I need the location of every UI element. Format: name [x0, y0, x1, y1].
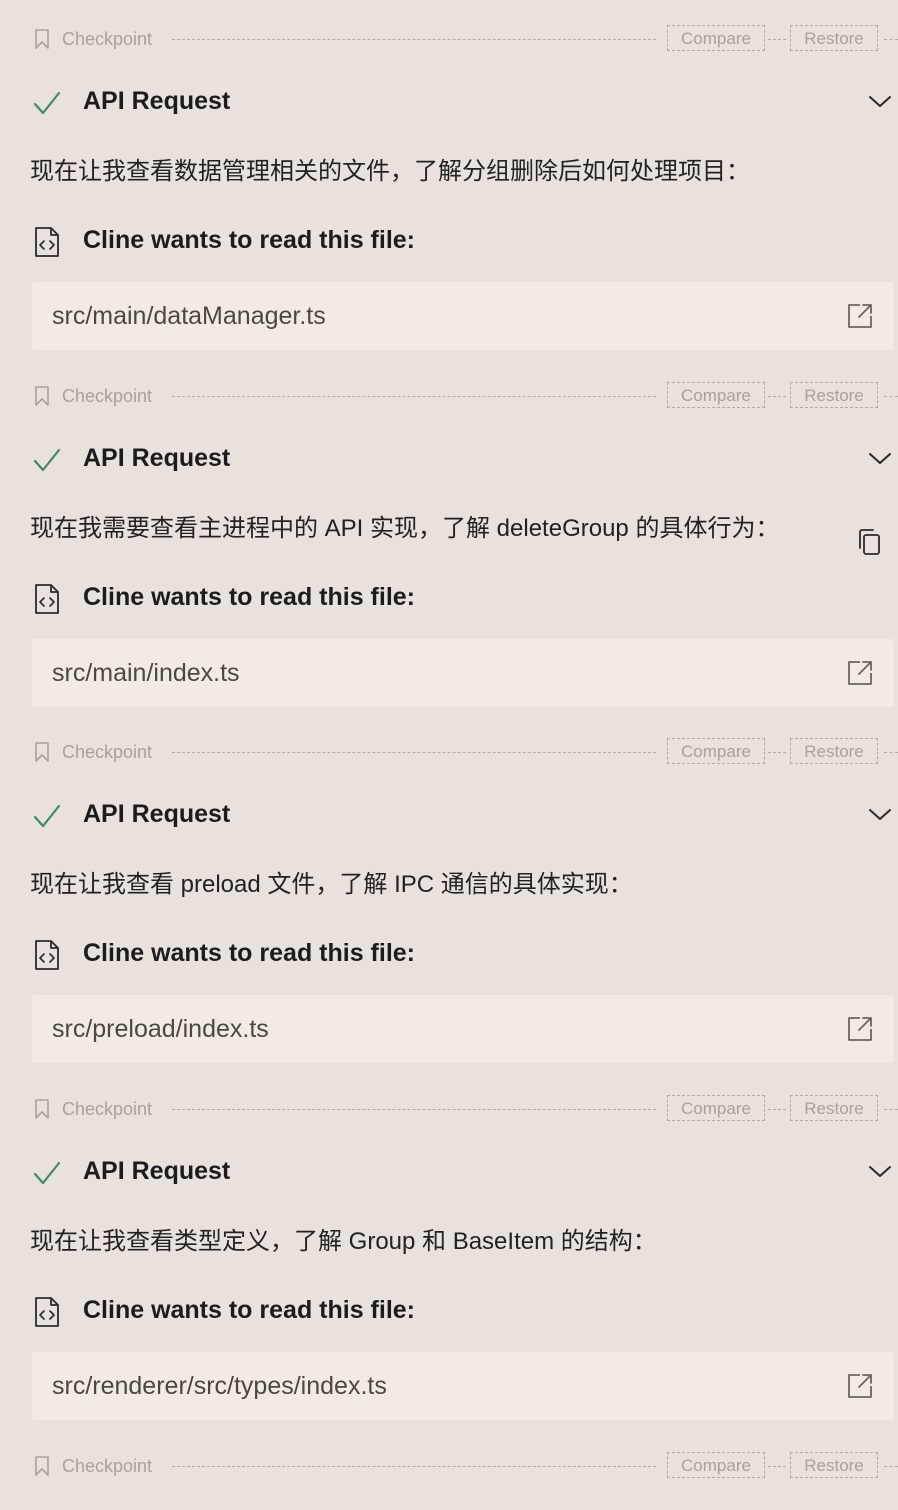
compare-button[interactable]: Compare: [667, 1095, 765, 1121]
compare-button[interactable]: Compare: [667, 25, 765, 51]
external-link-icon[interactable]: [846, 1372, 874, 1400]
bookmark-icon: [35, 29, 49, 49]
api-request-title[interactable]: API Request: [83, 799, 230, 829]
restore-button[interactable]: Restore: [790, 1452, 878, 1478]
external-link-icon[interactable]: [846, 302, 874, 330]
checkpoint-label: Checkpoint: [62, 1099, 153, 1119]
assistant-message: 现在我需要查看主进程中的 API 实现，了解 deleteGroup 的具体行为…: [30, 515, 780, 542]
checkpoint-divider: [884, 1466, 898, 1467]
checkpoint-label: Checkpoint: [62, 742, 153, 762]
checkpoint-row: Checkpoint Compare Restore: [0, 1070, 898, 1121]
checkpoint-divider: [768, 1109, 786, 1110]
checkpoint-row: Checkpoint Compare Restore: [0, 1427, 898, 1478]
bookmark-icon: [35, 742, 49, 762]
task-entry: Checkpoint Compare Restore API Request 现…: [0, 0, 898, 357]
checkpoint-row: Checkpoint Compare Restore: [0, 357, 898, 408]
compare-button[interactable]: Compare: [667, 1452, 765, 1478]
checkpoint-divider: [768, 39, 786, 40]
assistant-message: 现在让我查看 preload 文件，了解 IPC 通信的具体实现：: [30, 871, 633, 898]
checkpoint-divider: [172, 396, 656, 397]
file-code-icon: [35, 940, 59, 970]
compare-button[interactable]: Compare: [667, 738, 765, 764]
checkpoint-divider: [172, 752, 656, 753]
bookmark-icon: [35, 1456, 49, 1476]
copy-icon[interactable]: [855, 527, 883, 557]
file-path[interactable]: src/main/dataManager.ts: [52, 301, 326, 331]
assistant-message: 现在让我查看数据管理相关的文件，了解分组删除后如何处理项目：: [30, 158, 750, 185]
task-entry: Checkpoint Compare Restore API Request 现…: [0, 1070, 898, 1427]
file-path-box[interactable]: src/main/dataManager.ts: [32, 282, 894, 350]
checkpoint-divider: [768, 396, 786, 397]
checkpoint-divider: [884, 39, 898, 40]
api-request-title[interactable]: API Request: [83, 1156, 230, 1186]
checkpoint-divider: [884, 396, 898, 397]
api-request-title[interactable]: API Request: [83, 443, 230, 473]
read-file-title: Cline wants to read this file:: [83, 1296, 415, 1324]
chevron-down-icon[interactable]: [867, 449, 893, 467]
checkpoint-row: Checkpoint Compare Restore: [0, 0, 898, 51]
check-icon: [33, 1161, 61, 1185]
check-icon: [33, 804, 61, 828]
checkpoint-divider: [884, 752, 898, 753]
file-code-icon: [35, 227, 59, 257]
restore-button[interactable]: Restore: [790, 738, 878, 764]
check-icon: [33, 448, 61, 472]
checkpoint-divider: [172, 1466, 656, 1467]
chevron-down-icon[interactable]: [867, 1162, 893, 1180]
chevron-down-icon[interactable]: [867, 805, 893, 823]
file-path-box[interactable]: src/preload/index.ts: [32, 995, 894, 1063]
file-path-box[interactable]: src/main/index.ts: [32, 639, 894, 707]
api-request-title[interactable]: API Request: [83, 86, 230, 116]
check-icon: [33, 91, 61, 115]
checkpoint-label: Checkpoint: [62, 386, 153, 406]
checkpoint-trailing: Checkpoint Compare Restore: [0, 1427, 898, 1510]
checkpoint-label: Checkpoint: [62, 29, 153, 49]
bookmark-icon: [35, 386, 49, 406]
checkpoint-divider: [884, 1109, 898, 1110]
restore-button[interactable]: Restore: [790, 25, 878, 51]
checkpoint-row: Checkpoint Compare Restore: [0, 713, 898, 764]
restore-button[interactable]: Restore: [790, 1095, 878, 1121]
external-link-icon[interactable]: [846, 1015, 874, 1043]
read-file-title: Cline wants to read this file:: [83, 939, 415, 967]
task-entry: Checkpoint Compare Restore API Request 现…: [0, 713, 898, 1070]
file-path[interactable]: src/renderer/src/types/index.ts: [52, 1371, 387, 1401]
checkpoint-divider: [768, 752, 786, 753]
file-code-icon: [35, 584, 59, 614]
file-path[interactable]: src/preload/index.ts: [52, 1014, 269, 1044]
bookmark-icon: [35, 1099, 49, 1119]
external-link-icon[interactable]: [846, 659, 874, 687]
restore-button[interactable]: Restore: [790, 382, 878, 408]
read-file-title: Cline wants to read this file:: [83, 226, 415, 254]
checkpoint-divider: [172, 1109, 656, 1110]
assistant-message: 现在让我查看类型定义，了解 Group 和 BaseItem 的结构：: [30, 1228, 657, 1255]
file-code-icon: [35, 1297, 59, 1327]
file-path[interactable]: src/main/index.ts: [52, 658, 240, 688]
read-file-title: Cline wants to read this file:: [83, 583, 415, 611]
chevron-down-icon[interactable]: [867, 92, 893, 110]
task-entry: Checkpoint Compare Restore API Request 现…: [0, 357, 898, 714]
compare-button[interactable]: Compare: [667, 382, 765, 408]
checkpoint-label: Checkpoint: [62, 1456, 153, 1476]
file-path-box[interactable]: src/renderer/src/types/index.ts: [32, 1352, 894, 1420]
checkpoint-divider: [172, 39, 656, 40]
checkpoint-divider: [768, 1466, 786, 1467]
